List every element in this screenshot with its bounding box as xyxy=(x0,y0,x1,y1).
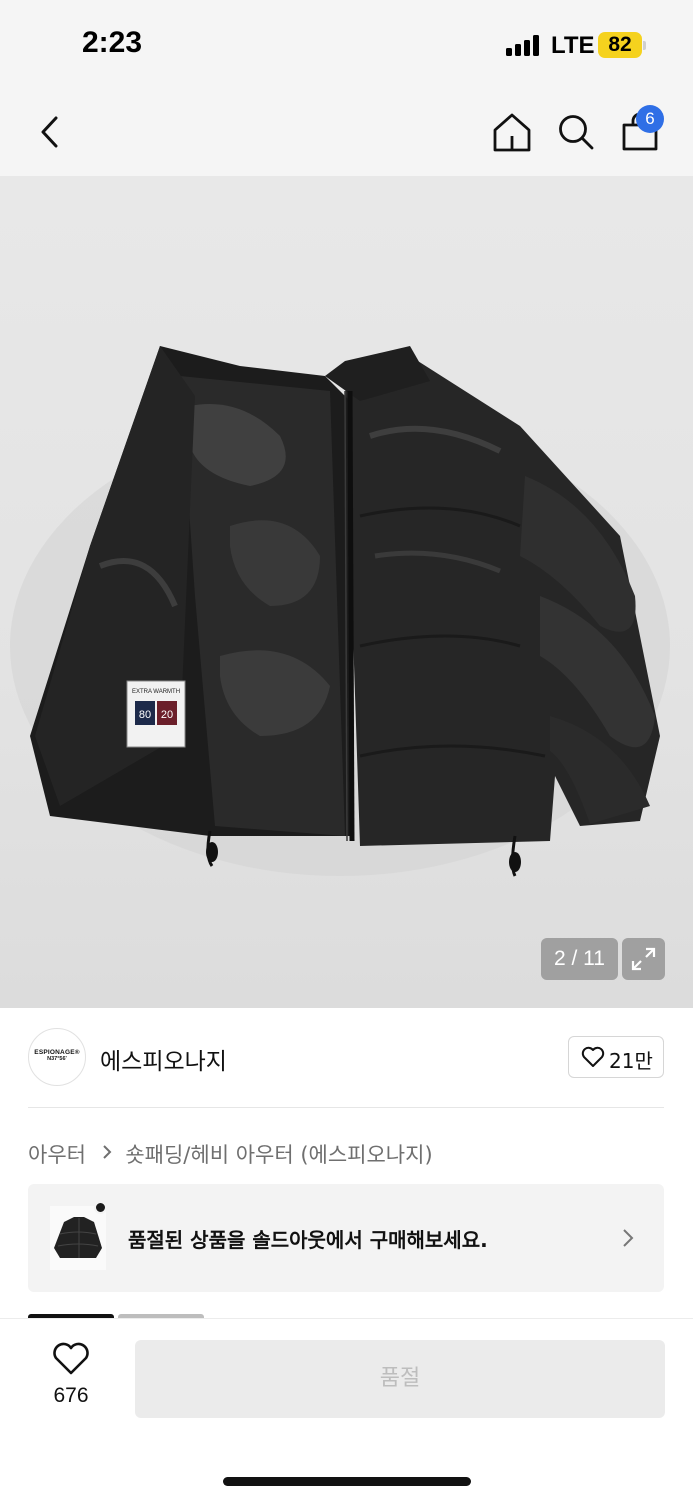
heart-outline-icon xyxy=(53,1342,89,1375)
soldout-purchase-button[interactable]: 품절 xyxy=(135,1340,665,1418)
home-icon xyxy=(493,113,531,152)
soldout-banner[interactable]: 품절된 상품을 솔드아웃에서 구매해보세요. xyxy=(28,1184,664,1292)
search-button[interactable] xyxy=(554,110,598,154)
soldout-logo-icon xyxy=(94,1201,107,1214)
status-bar: 2:23 LTE 82 xyxy=(0,0,693,88)
chevron-left-icon xyxy=(41,116,58,148)
divider xyxy=(28,1107,664,1108)
battery-icon: 82 xyxy=(598,32,642,58)
brand-like-count: 21만 xyxy=(609,1049,653,1073)
image-counter: 2 / 11 xyxy=(541,938,618,980)
jacket-tag-left: 80 xyxy=(139,709,151,721)
expand-image-button[interactable] xyxy=(622,938,665,980)
brand-logo-subtext: N37°56' xyxy=(47,1056,67,1062)
network-type: LTE xyxy=(551,32,595,59)
battery-nub xyxy=(643,41,646,50)
back-button[interactable] xyxy=(34,110,66,154)
chevron-right-icon xyxy=(101,1142,113,1166)
jacket-tag-label: EXTRA WARMTH xyxy=(132,689,180,695)
wishlist-count: 676 xyxy=(53,1384,89,1407)
search-icon xyxy=(559,115,594,150)
product-image-puffer-jacket: EXTRA WARMTH 80 20 xyxy=(10,346,670,877)
heart-outline-icon xyxy=(581,1046,605,1067)
chevron-right-icon xyxy=(623,1229,634,1247)
brand-like-button[interactable]: 21만 xyxy=(568,1036,664,1078)
breadcrumb-item-outer[interactable]: 아우터 xyxy=(28,1139,86,1169)
brand-name[interactable]: 에스피오나지 xyxy=(100,1042,227,1076)
cart-count-badge: 6 xyxy=(636,105,664,133)
signal-strength-icon xyxy=(506,34,542,56)
brand-logo[interactable]: ESPIONAGE® N37°56' xyxy=(28,1028,86,1086)
breadcrumb-item-category[interactable]: 숏패딩/헤비 아우터 (에스피오나지) xyxy=(125,1139,432,1169)
home-indicator[interactable] xyxy=(223,1477,471,1486)
breadcrumb: 아우터 숏패딩/헤비 아우터 (에스피오나지) xyxy=(28,1139,433,1169)
home-button[interactable] xyxy=(490,110,534,154)
top-nav-bar xyxy=(0,88,693,176)
soldout-banner-text: 품절된 상품을 솔드아웃에서 구매해보세요. xyxy=(128,1228,488,1252)
expand-arrows-icon xyxy=(631,947,656,971)
status-time: 2:23 xyxy=(82,26,143,59)
product-image-gallery[interactable]: EXTRA WARMTH 80 20 xyxy=(0,176,693,1008)
banner-product-thumbnail xyxy=(50,1206,106,1270)
jacket-tag-right: 20 xyxy=(161,709,173,721)
brand-logo-text: ESPIONAGE® xyxy=(34,1049,80,1056)
wishlist-button[interactable]: 676 xyxy=(30,1342,112,1416)
